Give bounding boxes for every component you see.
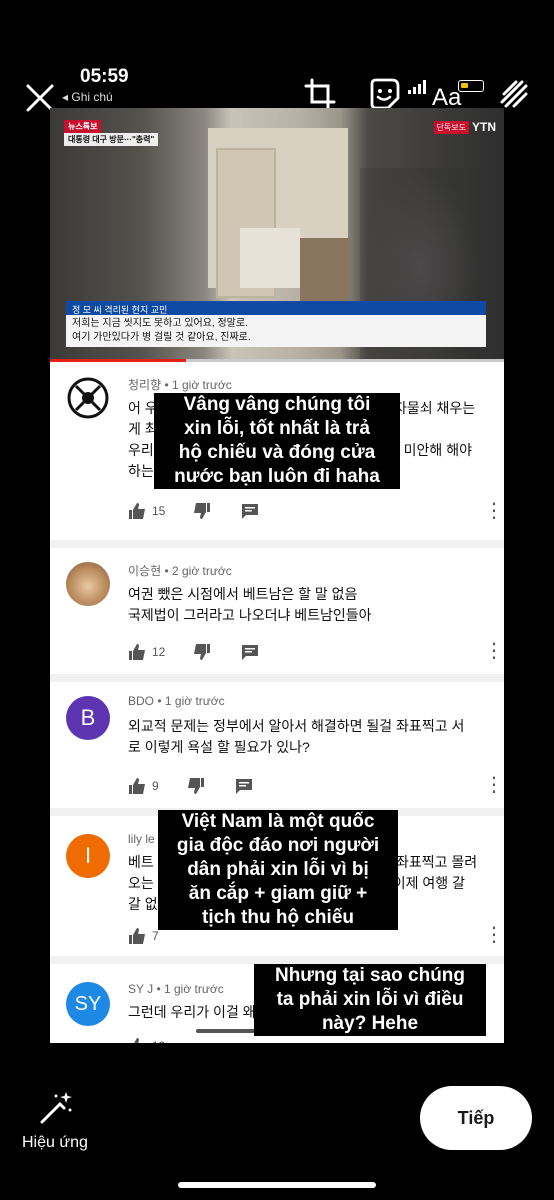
comment-actions: 13 [128, 1038, 165, 1043]
next-button[interactable]: Tiếp [420, 1086, 532, 1150]
like-icon[interactable] [128, 644, 146, 660]
dislike-icon[interactable] [193, 644, 211, 660]
like-count: 13 [152, 1039, 165, 1043]
like-icon[interactable] [128, 928, 146, 944]
battery-icon [458, 80, 484, 92]
news-headline: 대통령 대구 방문···"충력" [64, 133, 159, 146]
caption-text-2[interactable]: Việt Nam là một quốc gia độc đáo nơi ngư… [158, 810, 398, 930]
caption-text: 저희는 지금 씻지도 못하고 있어요, 정말로. 여기 가만있다가 병 걸릴 것… [66, 315, 486, 347]
magic-wand-icon[interactable] [38, 1090, 74, 1126]
reply-icon[interactable] [241, 644, 259, 660]
more-options-icon[interactable]: ⋮ [484, 925, 504, 945]
comment-text-fragment: 자물쇠 채우는 [394, 400, 476, 416]
signal-icon [408, 80, 426, 94]
caption-text-1[interactable]: Vâng vâng chúng tôi xin lỗi, tốt nhất là… [154, 393, 400, 489]
avatar: B [66, 696, 110, 740]
comment-item: B BDO • 1 giờ trước 외교적 문제는 정부에서 알아서 해결하… [50, 682, 504, 816]
sticker-icon[interactable] [366, 76, 402, 112]
like-count: 7 [152, 929, 159, 943]
reply-icon[interactable] [235, 778, 253, 794]
more-options-icon[interactable]: ⋮ [484, 501, 504, 521]
effects-label[interactable]: Hiệu ứng [22, 1134, 88, 1152]
comment-text: 여권 뺐은 시점에서 베트남은 할 말 없음 국제법이 그러라고 나오더냐 베트… [128, 586, 372, 623]
caption-text-3[interactable]: Nhưng tại sao chúng ta phải xin lỗi vì đ… [254, 964, 486, 1036]
reply-icon[interactable] [241, 503, 259, 519]
comment-text-fragment: ? 미안해 해야 [392, 442, 472, 458]
comment-meta: lily le [128, 832, 155, 846]
comment-text-fragment: 좌표찍고 몰려 [396, 854, 478, 870]
like-icon[interactable] [128, 778, 146, 794]
back-to-notes-link[interactable]: ◂ Ghi chú [62, 90, 113, 104]
channel-badge: 단독보도 YTN [433, 120, 496, 134]
dislike-icon[interactable] [187, 778, 205, 794]
comment-actions: 7 [128, 928, 159, 944]
status-time: 05:59 [80, 66, 129, 87]
video-player[interactable]: 뉴스특보 대통령 대구 방문···"충력" 단독보도 YTN 정 모 씨 격리된… [50, 108, 504, 362]
home-indicator [178, 1182, 376, 1188]
comment-meta: SY J • 1 giờ trước [128, 982, 224, 996]
like-count: 9 [152, 779, 159, 793]
comment-actions: 12 [128, 644, 259, 660]
crop-icon[interactable] [302, 76, 338, 112]
avatar: I [66, 834, 110, 878]
like-count: 15 [152, 504, 166, 518]
dislike-icon[interactable] [193, 503, 211, 519]
draw-icon[interactable] [496, 76, 532, 112]
comment-actions: 9 [128, 778, 253, 794]
more-options-icon[interactable]: ⋮ [484, 641, 504, 661]
comment-actions: 15 [128, 503, 259, 519]
like-icon[interactable] [128, 1038, 146, 1043]
like-icon[interactable] [128, 503, 146, 519]
comment-item: 이승현 • 2 giờ trước 여권 뺐은 시점에서 베트남은 할 말 없음… [50, 548, 504, 682]
more-options-icon[interactable]: ⋮ [484, 775, 504, 795]
news-tag: 뉴스특보 [64, 120, 102, 133]
comment-meta: BDO • 1 giờ trước [128, 694, 225, 708]
channel-logo: YTN [472, 120, 496, 134]
avatar [66, 562, 110, 606]
like-count: 12 [152, 645, 166, 659]
avatar: SY [66, 982, 110, 1026]
avatar [66, 376, 110, 420]
comment-meta: 청리향 • 1 giờ trước [128, 378, 232, 392]
exclusive-tag: 단독보도 [433, 120, 469, 134]
comment-text: 외교적 문제는 정부에서 알아서 해결하면 될걸 좌표찍고 서 로 이렇게 욕설… [128, 718, 465, 755]
comment-meta: 이승현 • 2 giờ trước [128, 564, 232, 578]
